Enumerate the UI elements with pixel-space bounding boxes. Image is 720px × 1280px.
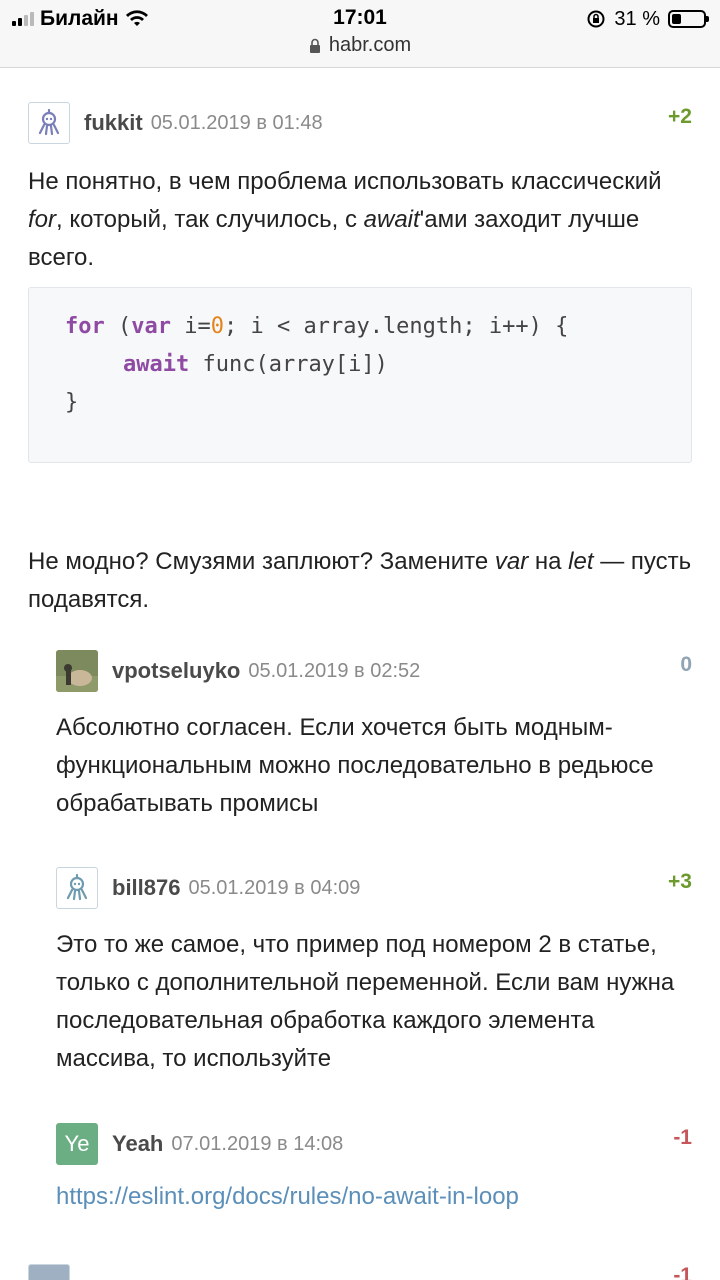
- comment-date[interactable]: 05.01.2019 в 02:52: [248, 660, 420, 683]
- comment-date[interactable]: 05.01.2019 в 01:48: [151, 112, 323, 135]
- lock-icon: [309, 38, 320, 53]
- comment-header: vpotseluyko 05.01.2019 в 02:52: [56, 649, 692, 693]
- url-text: habr.com: [328, 34, 412, 56]
- comment: bill876 05.01.2019 в 04:09 +3 Это то же …: [56, 866, 692, 1078]
- comment-header: fukkit 05.01.2019 в 01:48: [28, 101, 692, 145]
- code-line: for (var i=0; i < array.length; i++) {: [65, 314, 569, 339]
- comment-header: Ye Yeah 07.01.2019 в 14:08: [56, 1122, 692, 1166]
- comment: fukkit 05.01.2019 в 01:48 +2 Не понятно,…: [28, 101, 692, 619]
- comment-score: -1: [673, 1126, 692, 1149]
- comment-score: -1: [673, 1264, 692, 1280]
- robot-avatar-icon[interactable]: [56, 867, 98, 909]
- comment-text: Абсолютно согласен. Если хочется быть мо…: [56, 714, 654, 817]
- comment-username[interactable]: bill876: [112, 875, 180, 901]
- code-block: for (var i=0; i < array.length; i++) { a…: [28, 287, 692, 463]
- comment-score: +2: [668, 105, 692, 128]
- comment: vpotseluyko 05.01.2019 в 02:52 0 Абсолют…: [56, 649, 692, 823]
- comment-text: https://eslint.org/docs/rules/no-await-i…: [56, 1178, 692, 1216]
- robot-avatar-icon[interactable]: [28, 102, 70, 144]
- status-right: 31 %: [586, 6, 709, 32]
- comment-score: +3: [668, 870, 692, 893]
- comment-score: 0: [680, 653, 692, 676]
- comment-text: Не понятно, в чем проблема использовать …: [28, 168, 662, 271]
- avatar[interactable]: [28, 1264, 70, 1280]
- comment-username[interactable]: vpotseluyko: [112, 658, 240, 684]
- address-bar[interactable]: habr.com: [0, 34, 720, 57]
- rotation-lock-icon: [587, 10, 605, 28]
- comment-date[interactable]: 07.01.2019 в 14:08: [171, 1133, 343, 1156]
- comment-link[interactable]: https://eslint.org/docs/rules/no-await-i…: [56, 1183, 519, 1210]
- code-line: await func(array[i]): [123, 352, 388, 377]
- battery-icon: [668, 10, 709, 28]
- comment-username[interactable]: fukkit: [84, 110, 143, 136]
- photo-avatar[interactable]: [56, 650, 98, 692]
- comment-text: Это то же самое, что пример под номером …: [56, 931, 675, 1072]
- battery-percent: 31 %: [614, 7, 660, 30]
- comment-header: bill876 05.01.2019 в 04:09: [56, 866, 692, 910]
- text-avatar[interactable]: Ye: [56, 1123, 98, 1165]
- browser-top-bar: Билайн 17:01 31 % habr.com: [0, 0, 720, 68]
- comment-date[interactable]: 05.01.2019 в 04:09: [188, 877, 360, 900]
- comment: Ye Yeah 07.01.2019 в 14:08 -1 https://es…: [56, 1122, 692, 1216]
- comment-username[interactable]: Yeah: [112, 1131, 163, 1157]
- code-line: }: [65, 390, 79, 415]
- comment-text: Не модно? Смузями заплюют? Замените var …: [28, 548, 692, 613]
- battery-fill: [672, 14, 682, 24]
